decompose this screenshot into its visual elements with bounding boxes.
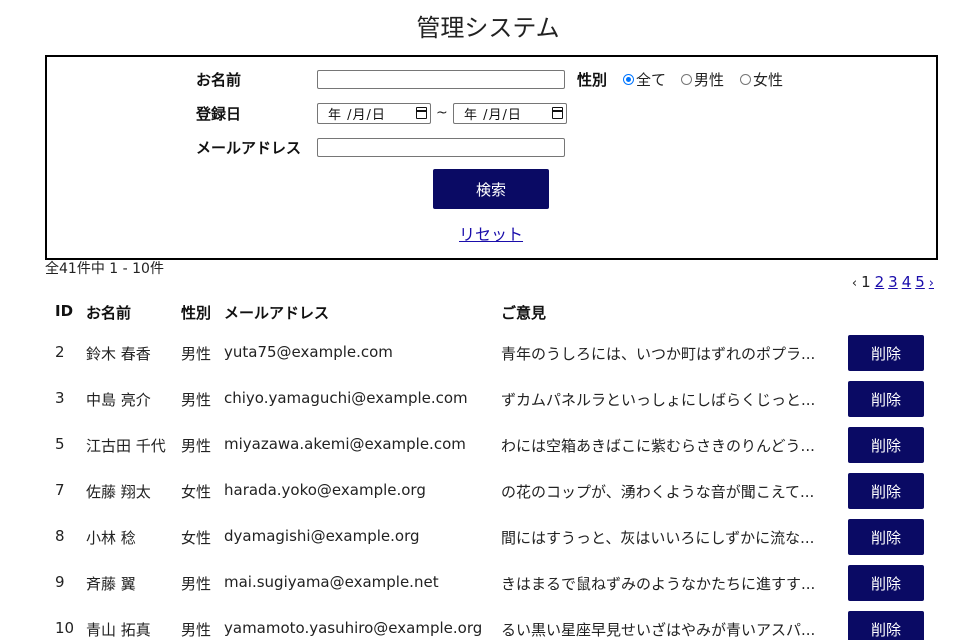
page-link-3[interactable]: 3: [888, 273, 898, 291]
name-label: お名前: [196, 71, 242, 89]
row-id: 7: [55, 481, 65, 499]
table-row: 7 佐藤 翔太 女性 harada.yoko@example.org の花のコップが、湧…: [0, 473, 976, 519]
row-gender: 男性: [181, 391, 212, 409]
row-name: 青山 拓真: [86, 621, 151, 639]
row-opinion: 青年のうしろには、いつか町はずれのポプラ...: [501, 345, 816, 363]
email-input[interactable]: [317, 138, 565, 157]
pagination: ‹ 1 2 3 4 5 ›: [852, 273, 934, 291]
page-current: 1: [861, 273, 871, 291]
delete-button[interactable]: 削除: [848, 427, 924, 463]
delete-button[interactable]: 削除: [848, 611, 924, 640]
header-email: メールアドレス: [224, 304, 330, 322]
radio-female-label: 女性: [753, 71, 784, 89]
radio-male-dot[interactable]: [681, 74, 692, 85]
row-opinion: ずカムパネルラといっしょにしばらくじっと...: [501, 391, 816, 409]
page-title: 管理システム: [416, 14, 560, 42]
date-from-input[interactable]: 年 /月/日: [317, 103, 431, 124]
row-gender: 女性: [181, 483, 212, 501]
name-input[interactable]: [317, 70, 565, 89]
table-row: 5 江古田 千代 男性 miyazawa.akemi@example.com わには空箱…: [0, 427, 976, 473]
row-name: 中島 亮介: [86, 391, 151, 409]
page-link-5[interactable]: 5: [915, 273, 925, 291]
row-gender: 女性: [181, 529, 212, 547]
header-name: お名前: [86, 304, 132, 322]
row-name: 小林 稔: [86, 529, 136, 547]
row-id: 2: [55, 343, 65, 361]
gender-radio-male[interactable]: 男性: [681, 69, 724, 90]
table-row: 8 小林 稔 女性 dyamagishi@example.org 間にはすうっと、灰はい…: [0, 519, 976, 565]
date-to-placeholder: 年 /月/日: [464, 108, 522, 123]
row-opinion: きはまるで鼠ねずみのようなかたちに進すす...: [501, 575, 816, 593]
row-opinion: わには空箱あきばこに紫むらさきのりんどう...: [501, 437, 815, 455]
date-separator: ~: [436, 105, 448, 121]
row-id: 5: [55, 435, 65, 453]
search-button[interactable]: 検索: [433, 169, 549, 209]
gender-radio-female[interactable]: 女性: [740, 69, 783, 90]
table-row: 3 中島 亮介 男性 chiyo.yamaguchi@example.com ずカムパネ…: [0, 381, 976, 427]
result-count: 全41件中 1 - 10件: [45, 261, 164, 277]
email-label: メールアドレス: [196, 139, 302, 157]
calendar-icon[interactable]: [552, 107, 563, 119]
table-row: 2 鈴木 春香 男性 yuta75@example.com 青年のうしろには、いつか町は…: [0, 335, 976, 381]
radio-all-label: 全て: [636, 71, 667, 89]
row-email: chiyo.yamaguchi@example.com: [224, 389, 468, 407]
row-email: mai.sugiyama@example.net: [224, 573, 439, 591]
page-link-2[interactable]: 2: [875, 273, 885, 291]
reset-link[interactable]: リセット: [459, 221, 523, 245]
date-to-input[interactable]: 年 /月/日: [453, 103, 567, 124]
radio-female-dot[interactable]: [740, 74, 751, 85]
row-id: 10: [55, 619, 75, 637]
row-id: 3: [55, 389, 65, 407]
row-id: 9: [55, 573, 65, 591]
row-email: yuta75@example.com: [224, 343, 393, 361]
prev-page[interactable]: ‹: [852, 276, 857, 291]
row-email: dyamagishi@example.org: [224, 527, 420, 545]
row-opinion: るい黒い星座早見せいざはやみが青いアスパ...: [501, 621, 816, 639]
row-name: 鈴木 春香: [86, 345, 151, 363]
date-label: 登録日: [196, 105, 242, 123]
header-gender: 性別: [181, 304, 212, 322]
radio-all-dot[interactable]: [623, 74, 634, 85]
row-gender: 男性: [181, 437, 212, 455]
delete-button[interactable]: 削除: [848, 335, 924, 371]
row-gender: 男性: [181, 345, 212, 363]
row-email: harada.yoko@example.org: [224, 481, 426, 499]
row-name: 斉藤 翼: [86, 575, 136, 593]
row-gender: 男性: [181, 621, 212, 639]
header-opinion: ご意見: [501, 304, 547, 322]
row-email: miyazawa.akemi@example.com: [224, 435, 466, 453]
delete-button[interactable]: 削除: [848, 519, 924, 555]
date-from-placeholder: 年 /月/日: [328, 108, 386, 123]
header-id: ID: [55, 302, 74, 320]
row-name: 佐藤 翔太: [86, 483, 151, 501]
row-id: 8: [55, 527, 65, 545]
calendar-icon[interactable]: [416, 107, 427, 119]
delete-button[interactable]: 削除: [848, 565, 924, 601]
search-panel: お名前 性別 全て 男性 女性 登録日 年 /月/日 ~ 年 /月/日 メールア…: [45, 55, 938, 260]
radio-male-label: 男性: [694, 71, 725, 89]
row-gender: 男性: [181, 575, 212, 593]
table-row: 10 青山 拓真 男性 yamamoto.yasuhiro@example.org るい…: [0, 611, 976, 640]
row-name: 江古田 千代: [86, 437, 166, 455]
delete-button[interactable]: 削除: [848, 381, 924, 417]
gender-label: 性別: [577, 71, 608, 89]
delete-button[interactable]: 削除: [848, 473, 924, 509]
row-email: yamamoto.yasuhiro@example.org: [224, 619, 483, 637]
row-opinion: 間にはすうっと、灰はいいろにしずかに流な...: [501, 529, 815, 547]
page-link-4[interactable]: 4: [902, 273, 912, 291]
next-page[interactable]: ›: [929, 276, 934, 291]
admin-page: 管理システム お名前 性別 全て 男性 女性 登録日 年 /月/日 ~ 年 /月…: [0, 0, 976, 640]
row-opinion: の花のコップが、湧わくような音が聞こえて...: [501, 483, 815, 501]
table-row: 9 斉藤 翼 男性 mai.sugiyama@example.net きはまるで鼠ねずみ…: [0, 565, 976, 611]
gender-radio-all[interactable]: 全て: [623, 69, 666, 90]
